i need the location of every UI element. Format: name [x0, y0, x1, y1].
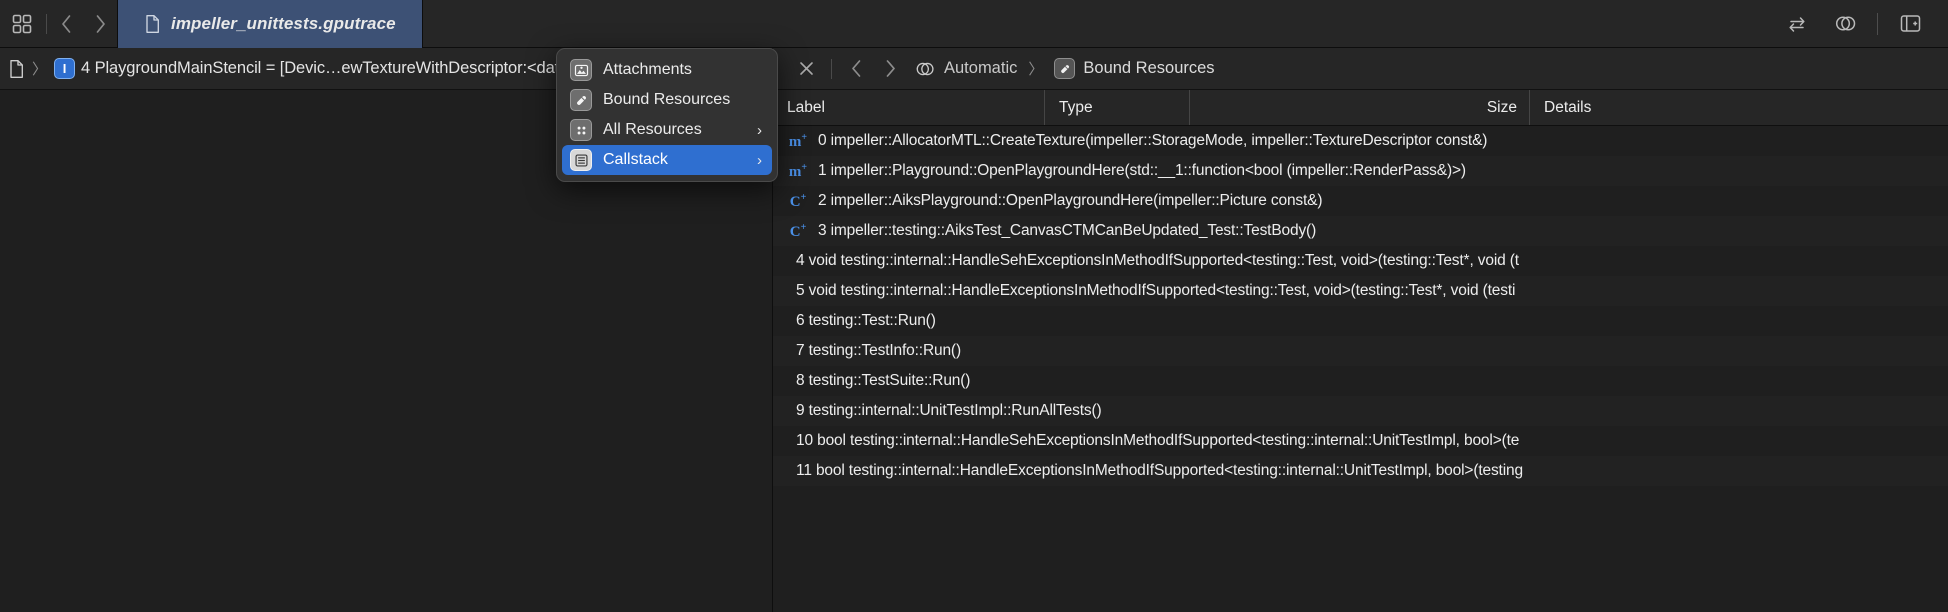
- swap-arrows-icon[interactable]: [1773, 0, 1821, 48]
- callstack-icon: [570, 149, 592, 171]
- callstack-row[interactable]: 9 testing::internal::UnitTestImpl::RunAl…: [773, 396, 1948, 426]
- inspector-breadcrumb: Automatic 〉 Bound Resources: [914, 58, 1215, 80]
- callstack-row[interactable]: m+ 0 impeller::AllocatorMTL::CreateTextur…: [773, 126, 1948, 156]
- document-icon: [144, 14, 161, 34]
- column-header-type[interactable]: Type: [1045, 90, 1190, 125]
- callstack-row[interactable]: 8 testing::TestSuite::Run(): [773, 366, 1948, 396]
- callstack-frame-text: 5 void testing::internal::HandleExceptio…: [796, 282, 1516, 299]
- resource-selector-menu: Attachments Bound Resources All Resource…: [556, 48, 778, 182]
- table-header: Label Type Size Details: [773, 90, 1948, 126]
- inspector-back-button[interactable]: [840, 48, 872, 90]
- attachments-icon: [570, 59, 592, 81]
- cpp-file-icon: C+: [789, 221, 807, 240]
- callstack-row[interactable]: C+ 3 impeller::testing::AiksTest_CanvasCT…: [773, 216, 1948, 246]
- callstack-frame-text: 11 bool testing::internal::HandleExcepti…: [796, 462, 1523, 479]
- menu-item-all-resources[interactable]: All Resources ›: [562, 115, 772, 145]
- column-header-label[interactable]: Label: [773, 90, 1045, 125]
- callstack-list[interactable]: m+ 0 impeller::AllocatorMTL::CreateTextur…: [773, 126, 1948, 612]
- callstack-row[interactable]: 6 testing::Test::Run(): [773, 306, 1948, 336]
- menu-item-attachments[interactable]: Attachments: [562, 55, 772, 85]
- callstack-row[interactable]: 5 void testing::internal::HandleExceptio…: [773, 276, 1948, 306]
- callstack-row[interactable]: C+ 2 impeller::AiksPlayground::OpenPlaygr…: [773, 186, 1948, 216]
- callstack-row[interactable]: 7 testing::TestInfo::Run(): [773, 336, 1948, 366]
- venn-circles-icon: [914, 58, 936, 80]
- tab-bar-right-controls: [1773, 0, 1948, 47]
- callstack-frame-text: 6 testing::Test::Run(): [796, 312, 936, 329]
- callstack-frame-text: 4 void testing::internal::HandleSehExcep…: [796, 252, 1519, 269]
- menu-item-chevron: ›: [757, 121, 762, 139]
- inspector-crumb-separator: 〉: [1028, 61, 1044, 78]
- inspector-forward-button[interactable]: [874, 48, 906, 90]
- menu-item-label: All Resources: [603, 121, 702, 138]
- breadcrumb-separator: 〉: [32, 61, 48, 78]
- callstack-frame-text: 2 impeller::AiksPlayground::OpenPlaygrou…: [818, 192, 1323, 209]
- callstack-frame-text: 8 testing::TestSuite::Run(): [796, 372, 971, 389]
- nav-back-button[interactable]: [49, 0, 83, 48]
- cpp-file-icon: C+: [789, 191, 807, 210]
- inspector-crumb-mode[interactable]: Automatic: [944, 59, 1017, 78]
- menu-item-label: Attachments: [603, 61, 692, 78]
- menu-item-callstack[interactable]: Callstack ›: [562, 145, 772, 175]
- callstack-frame-text: 9 testing::internal::UnitTestImpl::RunAl…: [796, 402, 1102, 419]
- inspector-breadcrumb-bar: Automatic 〉 Bound Resources: [773, 48, 1948, 90]
- add-panel-icon[interactable]: [1886, 0, 1934, 48]
- callstack-frame-text: 0 impeller::AllocatorMTL::CreateTexture(…: [818, 132, 1488, 149]
- callstack-row[interactable]: 4 void testing::internal::HandleSehExcep…: [773, 246, 1948, 276]
- tab-impeller-unittests[interactable]: impeller_unittests.gputrace: [117, 0, 423, 48]
- inspector-crumb-current[interactable]: Bound Resources: [1083, 59, 1214, 78]
- inspector-divider: [831, 58, 832, 79]
- tab-bar: impeller_unittests.gputrace: [0, 0, 1948, 48]
- objc-plusplus-file-icon: m+: [788, 131, 808, 150]
- bound-resources-icon: [570, 89, 592, 111]
- callstack-frame-text: 3 impeller::testing::AiksTest_CanvasCTMC…: [818, 222, 1317, 239]
- callstack-frame-text: 7 testing::TestInfo::Run(): [796, 342, 961, 359]
- callstack-row[interactable]: 11 bool testing::internal::HandleExcepti…: [773, 456, 1948, 486]
- bound-resources-icon: [1054, 58, 1076, 79]
- close-icon[interactable]: [789, 48, 823, 90]
- venn-circles-icon[interactable]: [1821, 0, 1869, 48]
- callstack-row[interactable]: 10 bool testing::internal::HandleSehExce…: [773, 426, 1948, 456]
- grid-squares-icon[interactable]: [0, 0, 44, 48]
- all-resources-icon: [570, 119, 592, 141]
- column-header-size[interactable]: Size: [1190, 90, 1530, 125]
- column-header-details[interactable]: Details: [1530, 90, 1930, 125]
- menu-item-label: Bound Resources: [603, 91, 731, 108]
- toolbar-divider: [46, 13, 47, 34]
- menu-item-bound-resources[interactable]: Bound Resources: [562, 85, 772, 115]
- callstack-frame-text: 1 impeller::Playground::OpenPlaygroundHe…: [818, 162, 1466, 179]
- menu-item-chevron: ›: [757, 151, 762, 169]
- breadcrumb-text[interactable]: 4 PlaygroundMainStencil = [Devic…ewTextu…: [81, 59, 568, 78]
- callstack-frame-text: 10 bool testing::internal::HandleSehExce…: [796, 432, 1520, 449]
- document-icon[interactable]: [8, 59, 25, 79]
- objc-plusplus-file-icon: m+: [788, 161, 808, 180]
- tab-label: impeller_unittests.gputrace: [171, 13, 396, 33]
- toolbar-divider-right: [1877, 12, 1878, 35]
- status-badge[interactable]: I: [54, 58, 76, 79]
- callstack-row[interactable]: m+ 1 impeller::Playground::OpenPlayground…: [773, 156, 1948, 186]
- nav-forward-button[interactable]: [83, 0, 117, 48]
- right-inspector-pane: Automatic 〉 Bound Resources Label Type S…: [773, 48, 1948, 612]
- tab-bar-left-controls: [0, 0, 117, 47]
- menu-item-label: Callstack: [603, 151, 668, 168]
